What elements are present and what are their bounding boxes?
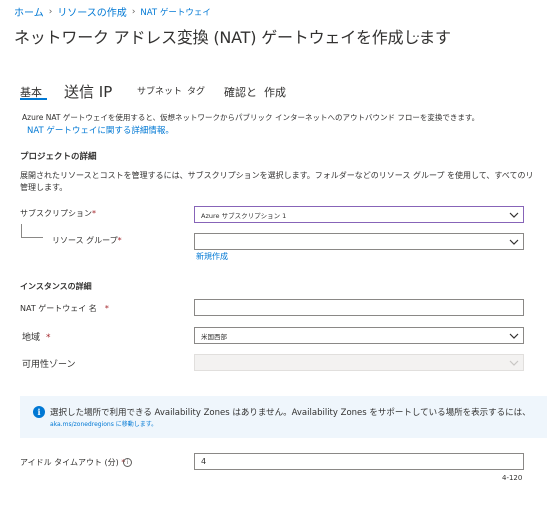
- breadcrumb-home[interactable]: ホーム: [14, 4, 44, 19]
- resource-group-label: リソース グループ*: [52, 236, 122, 245]
- region-value: 米国西部: [201, 332, 227, 341]
- availability-zone-label: 可用性ゾーン: [22, 360, 76, 370]
- zoned-regions-link[interactable]: aka.ms/zonedregions に移動します。: [50, 419, 157, 428]
- nat-learn-more-link[interactable]: NAT ゲートウェイに関する詳細情報。: [27, 124, 174, 136]
- idle-timeout-value: 4: [201, 457, 207, 466]
- idle-timeout-label: アイドル タイムアウト (分) *: [20, 458, 126, 467]
- idle-timeout-range: 4-120: [502, 474, 523, 482]
- tab-tags[interactable]: タグ: [187, 84, 205, 97]
- tree-connector: [21, 224, 43, 238]
- resource-group-select[interactable]: [194, 233, 524, 250]
- tab-outbound-ip[interactable]: 送信 IP: [64, 81, 112, 102]
- intro-description: Azure NAT ゲートウェイを使用すると、仮想ネットワークからパブリック イ…: [22, 113, 480, 122]
- breadcrumb-nat-gateway[interactable]: NAT ゲートウェイ: [140, 6, 210, 18]
- chevron-down-icon: [509, 360, 519, 366]
- region-label: 地域 *: [22, 333, 51, 343]
- subscription-select[interactable]: Azure サブスクリプション 1: [194, 206, 524, 223]
- info-icon: i: [33, 406, 45, 418]
- active-tab-indicator: [20, 98, 47, 100]
- chevron-down-icon: [509, 333, 519, 339]
- tab-create[interactable]: 作成: [264, 84, 286, 100]
- nat-name-label: NAT ゲートウェイ 名 *: [20, 304, 109, 313]
- chevron-down-icon: [509, 239, 519, 245]
- project-details-heading: プロジェクトの詳細: [20, 152, 97, 162]
- subscription-value: Azure サブスクリプション 1: [201, 211, 287, 220]
- subscription-label: サブスクリプション*: [20, 209, 96, 218]
- idle-timeout-input[interactable]: 4: [194, 453, 524, 470]
- tab-review[interactable]: 確認と: [224, 84, 257, 100]
- nat-name-input[interactable]: [194, 299, 524, 316]
- project-description: 展開されたリソースとコストを管理するには、サブスクリプションを選択します。フォル…: [20, 171, 534, 180]
- create-new-resource-group-link[interactable]: 新規作成: [196, 251, 228, 262]
- chevron-right-icon: ›: [131, 6, 136, 17]
- help-icon[interactable]: i: [123, 458, 132, 467]
- tab-subnet[interactable]: サブネット: [137, 84, 182, 97]
- page-title: ネットワーク アドレス変換 (NAT) ゲートウェイを作成します: [14, 28, 451, 47]
- chevron-down-icon: [509, 212, 519, 218]
- instance-details-heading: インスタンスの詳細: [20, 282, 92, 291]
- more-options-button[interactable]: …: [412, 26, 424, 40]
- availability-zones-info-banner: i 選択した場所で利用できる Availability Zones はありません…: [20, 396, 547, 438]
- breadcrumb: ホーム › リソースの作成 › NAT ゲートウェイ: [14, 4, 211, 20]
- chevron-right-icon: ›: [48, 6, 53, 17]
- availability-zone-select: [194, 354, 524, 371]
- breadcrumb-create-resource[interactable]: リソースの作成: [57, 4, 127, 19]
- project-description-cont: 管理します。: [20, 183, 68, 192]
- region-select[interactable]: 米国西部: [194, 327, 524, 344]
- info-message: 選択した場所で利用できる Availability Zones はありません。A…: [50, 408, 531, 418]
